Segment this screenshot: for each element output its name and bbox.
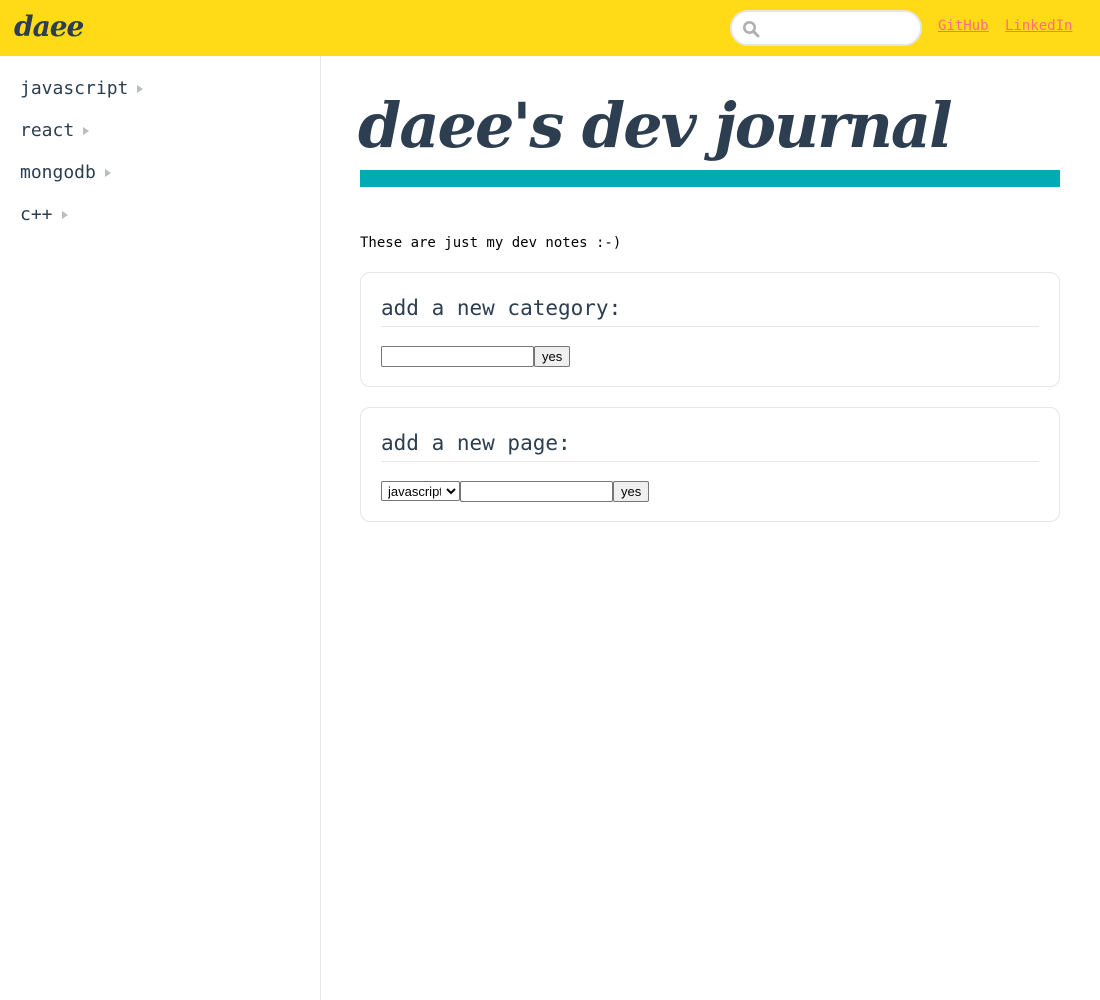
linkedin-link[interactable]: LinkedIn bbox=[1005, 18, 1072, 34]
github-link[interactable]: GitHub bbox=[938, 18, 989, 34]
search-box[interactable] bbox=[730, 10, 922, 46]
sidebar-item-label: react bbox=[20, 119, 75, 141]
new-page-form: javascript yes bbox=[381, 480, 650, 502]
brand-logo[interactable]: daee bbox=[14, 10, 84, 43]
sidebar-item-label: javascript bbox=[20, 77, 129, 99]
caret-right-icon bbox=[83, 126, 90, 135]
sidebar-item-javascript[interactable]: javascript bbox=[20, 73, 144, 103]
title-underline-bar bbox=[360, 170, 1060, 187]
search-input[interactable] bbox=[766, 16, 914, 40]
category-name-input[interactable] bbox=[381, 345, 534, 367]
search-icon bbox=[743, 21, 760, 38]
new-category-card: add a new category: yes bbox=[360, 272, 1060, 387]
sidebar-item-mongodb[interactable]: mongodb bbox=[20, 157, 111, 187]
new-page-heading: add a new page: bbox=[381, 430, 1039, 462]
caret-right-icon bbox=[137, 84, 144, 93]
caret-right-icon bbox=[61, 210, 68, 219]
add-category-button[interactable]: yes bbox=[534, 345, 571, 367]
page-name-input[interactable] bbox=[460, 480, 613, 502]
new-category-heading: add a new category: bbox=[381, 295, 1039, 327]
new-page-card: add a new page: javascript yes bbox=[360, 407, 1060, 522]
new-category-form: yes bbox=[381, 345, 571, 367]
page-title: daee's dev journal bbox=[358, 89, 953, 162]
page-category-select[interactable]: javascript bbox=[381, 481, 460, 501]
sidebar-item-label: c++ bbox=[20, 203, 53, 225]
sidebar-item-cpp[interactable]: c++ bbox=[20, 199, 68, 229]
top-navbar: daee GitHub LinkedIn bbox=[0, 0, 1100, 56]
add-page-button[interactable]: yes bbox=[613, 480, 650, 502]
sidebar-item-react[interactable]: react bbox=[20, 115, 90, 145]
caret-right-icon bbox=[104, 168, 111, 177]
sidebar: javascript react mongodb c++ bbox=[0, 56, 321, 1000]
intro-text: These are just my dev notes :-) bbox=[360, 235, 622, 251]
sidebar-item-label: mongodb bbox=[20, 161, 96, 183]
